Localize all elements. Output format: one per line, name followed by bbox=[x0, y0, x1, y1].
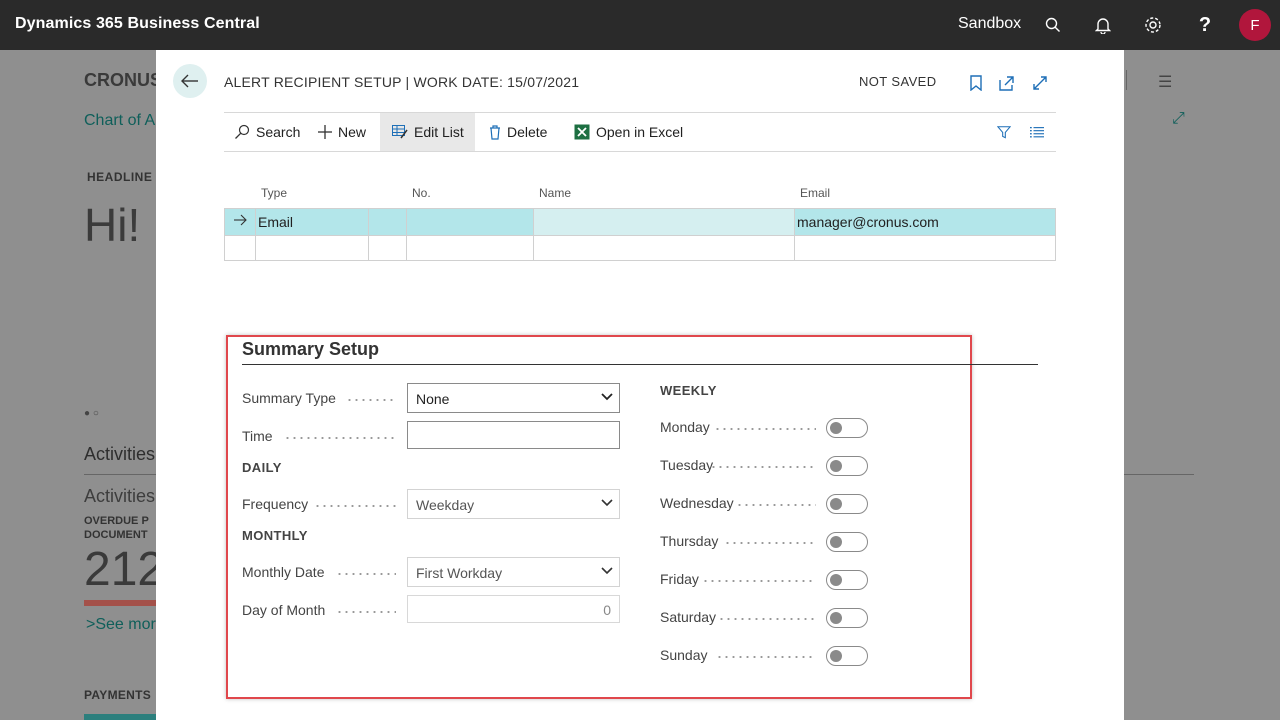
search-button[interactable]: Search bbox=[234, 113, 314, 151]
toggle-wednesday[interactable] bbox=[826, 494, 868, 514]
toggle-friday[interactable] bbox=[826, 570, 868, 590]
open-in-excel-button[interactable]: Open in Excel bbox=[574, 113, 689, 151]
chevron-right-icon: > bbox=[86, 616, 96, 633]
expand-icon[interactable] bbox=[1029, 72, 1051, 94]
page-title: ALERT RECIPIENT SETUP | WORK DATE: 15/07… bbox=[224, 74, 580, 90]
section-title[interactable]: Summary Setup bbox=[242, 339, 379, 360]
chevron-down-icon bbox=[601, 499, 613, 507]
summary-type-select[interactable]: None bbox=[407, 383, 620, 413]
open-new-window-icon[interactable] bbox=[996, 72, 1018, 94]
table-row[interactable]: Email manager@cronus.com bbox=[225, 209, 1055, 235]
list-view-icon[interactable] bbox=[1030, 113, 1050, 151]
menu-icon: ☰ bbox=[1158, 74, 1173, 91]
headline-greeting: Hi! bbox=[84, 199, 141, 251]
monthly-date-label: Monthly Date bbox=[242, 564, 325, 580]
company-name: CRONUS bbox=[84, 70, 163, 90]
frequency-select[interactable]: Weekday bbox=[407, 489, 620, 519]
activities-heading: Activities bbox=[84, 444, 156, 464]
activities-subheading: Activities bbox=[84, 486, 156, 506]
delete-button[interactable]: Delete bbox=[489, 113, 561, 151]
environment-name: Sandbox bbox=[958, 15, 1022, 32]
weekday-label-monday: Monday bbox=[660, 419, 710, 435]
weekday-label-saturday: Saturday bbox=[660, 609, 717, 625]
table-row[interactable] bbox=[225, 235, 1055, 261]
frequency-label: Frequency bbox=[242, 496, 309, 512]
bell-icon[interactable] bbox=[1091, 13, 1115, 37]
day-of-month-label: Day of Month bbox=[242, 602, 326, 618]
dot-leader bbox=[736, 504, 816, 506]
row-indicator-arrow-icon bbox=[233, 213, 247, 229]
monthly-group-label: MONTHLY bbox=[242, 528, 308, 543]
toggle-tuesday[interactable] bbox=[826, 456, 868, 476]
section-divider bbox=[242, 364, 1038, 365]
payments-heading: PAYMENTS bbox=[84, 688, 152, 702]
alert-recipient-setup-dialog: ALERT RECIPIENT SETUP | WORK DATE: 15/07… bbox=[156, 50, 1124, 720]
column-header-type[interactable]: Type bbox=[261, 186, 287, 200]
top-bar: Dynamics 365 Business Central Sandbox ? … bbox=[0, 0, 1280, 50]
time-input[interactable] bbox=[407, 421, 620, 449]
grid-header: Type No. Name Email bbox=[224, 186, 1056, 204]
search-icon bbox=[235, 124, 250, 139]
edit-list-icon bbox=[392, 125, 408, 139]
overdue-bar bbox=[84, 600, 164, 606]
new-button[interactable]: New bbox=[318, 113, 376, 151]
carousel-dots: ● ○ bbox=[84, 408, 99, 419]
overdue-count: 212 bbox=[84, 543, 165, 596]
save-status: NOT SAVED bbox=[859, 74, 937, 89]
help-icon[interactable]: ? bbox=[1193, 13, 1217, 37]
trash-icon bbox=[490, 124, 500, 140]
divider bbox=[1126, 70, 1127, 90]
payments-bar bbox=[84, 714, 164, 720]
recipients-grid: Email manager@cronus.com bbox=[224, 208, 1056, 261]
dot-leader bbox=[716, 656, 816, 658]
time-label: Time bbox=[242, 428, 273, 444]
daily-group-label: DAILY bbox=[242, 460, 282, 475]
weekday-label-tuesday: Tuesday bbox=[660, 457, 714, 473]
cell-email[interactable]: manager@cronus.com bbox=[797, 214, 939, 230]
headline-label: HEADLINE bbox=[87, 170, 153, 184]
dot-leader bbox=[702, 580, 816, 582]
toggle-thursday[interactable] bbox=[826, 532, 868, 552]
chevron-down-icon bbox=[601, 567, 613, 575]
excel-icon bbox=[574, 124, 590, 140]
back-button[interactable] bbox=[173, 64, 207, 98]
chevron-down-icon bbox=[601, 393, 613, 401]
action-bar: Search New Edit List Delete Open in Exce… bbox=[224, 112, 1056, 152]
weekday-label-friday: Friday bbox=[660, 571, 699, 587]
dot-leader bbox=[710, 466, 816, 468]
dot-leader bbox=[714, 428, 816, 430]
weekday-label-thursday: Thursday bbox=[660, 533, 719, 549]
summary-type-label: Summary Type bbox=[242, 390, 336, 406]
column-header-no[interactable]: No. bbox=[412, 186, 431, 200]
overdue-label: OVERDUE P DOCUMENT bbox=[84, 515, 149, 541]
weekly-group-label: WEEKLY bbox=[660, 383, 717, 398]
see-more-link: >See mor bbox=[86, 616, 156, 633]
weekday-label-wednesday: Wednesday bbox=[660, 495, 734, 511]
edit-list-button[interactable]: Edit List bbox=[380, 113, 475, 151]
cell-type[interactable]: Email bbox=[258, 214, 293, 230]
weekday-label-sunday: Sunday bbox=[660, 647, 708, 663]
toggle-sunday[interactable] bbox=[826, 646, 868, 666]
filter-icon[interactable] bbox=[997, 113, 1017, 151]
dot-leader bbox=[718, 618, 816, 620]
monthly-date-select[interactable]: First Workday bbox=[407, 557, 620, 587]
gear-icon[interactable] bbox=[1141, 13, 1165, 37]
toggle-monday[interactable] bbox=[826, 418, 868, 438]
expand-icon: ⤢ bbox=[1172, 110, 1185, 127]
column-header-name[interactable]: Name bbox=[539, 186, 571, 200]
dot-leader bbox=[724, 542, 816, 544]
toggle-saturday[interactable] bbox=[826, 608, 868, 628]
avatar[interactable]: F bbox=[1239, 9, 1271, 41]
search-icon[interactable] bbox=[1041, 13, 1065, 37]
chart-of-accounts-link: Chart of A bbox=[84, 112, 156, 129]
day-of-month-input[interactable]: 0 bbox=[407, 595, 620, 623]
app-title[interactable]: Dynamics 365 Business Central bbox=[15, 15, 260, 33]
arrow-left-icon bbox=[181, 74, 198, 88]
column-header-email[interactable]: Email bbox=[800, 186, 830, 200]
bookmark-icon[interactable] bbox=[965, 72, 987, 94]
plus-icon bbox=[318, 125, 332, 139]
